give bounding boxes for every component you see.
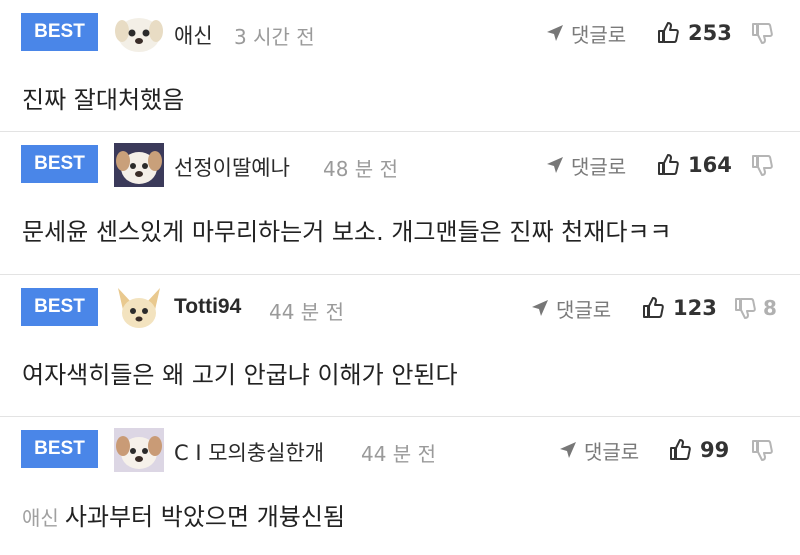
nickname[interactable]: Totti94 <box>174 295 241 319</box>
comment-text: 애신 사과부터 박았으면 개븅신됨 <box>22 497 345 532</box>
best-badge: BEST <box>21 13 98 51</box>
comment-text: 여자색히들은 왜 고기 안굽냐 이해가 안된다 <box>22 355 458 390</box>
thumbs-down-icon <box>735 298 756 319</box>
timestamp: 44 분 전 <box>269 300 344 324</box>
thumbs-down-icon <box>752 440 773 461</box>
comment-body: 사과부터 박았으면 개븅신됨 <box>64 503 346 531</box>
best-badge: BEST <box>21 145 98 183</box>
dislike-button[interactable] <box>750 149 780 181</box>
like-count: 253 <box>688 21 732 45</box>
white-dog-avatar-icon[interactable] <box>114 11 164 55</box>
like-count: 99 <box>700 438 730 462</box>
dislike-count: 8 <box>763 296 777 320</box>
thumbs-up-icon <box>670 439 691 460</box>
send-arrow-icon <box>560 442 576 458</box>
comment-item: BEST C I 모의충실한개 44 분 전 댓글로 99 애신 사과부터 박았… <box>0 417 800 555</box>
comment-header: BEST Totti94 44 분 전 댓글로 123 8 <box>0 287 800 329</box>
reply-label: 댓글로 <box>584 439 640 464</box>
like-count: 123 <box>673 296 717 320</box>
best-badge: BEST <box>21 430 98 468</box>
comment-item: BEST 애신 3 시간 전 댓글로 253 진짜 잘대처했음 <box>0 0 800 132</box>
timestamp: 48 분 전 <box>323 157 398 181</box>
chihuahua-avatar-icon[interactable] <box>114 286 164 330</box>
like-count: 164 <box>688 153 732 177</box>
comment-text: 문세윤 센스있게 마무리하는거 보소. 개그맨들은 진짜 천재다ㅋㅋ <box>22 212 672 247</box>
like-button[interactable]: 253 <box>656 17 732 49</box>
thumbs-up-icon <box>643 297 664 318</box>
dislike-button[interactable]: 8 <box>733 292 777 324</box>
comment-body: 여자색히들은 왜 고기 안굽냐 이해가 안된다 <box>22 361 458 389</box>
comment-body: 문세윤 센스있게 마무리하는거 보소. 개그맨들은 진짜 천재다ㅋㅋ <box>22 218 672 246</box>
reply-button[interactable]: 댓글로 <box>530 293 611 323</box>
thumbs-up-icon <box>658 154 679 175</box>
send-arrow-icon <box>547 157 563 173</box>
comment-header: BEST 애신 3 시간 전 댓글로 253 <box>0 12 800 54</box>
comment-header: BEST 선정이딸예나 48 분 전 댓글로 164 <box>0 143 800 187</box>
puppy-avatar-icon[interactable] <box>114 428 164 472</box>
reply-label: 댓글로 <box>571 22 627 47</box>
comment-item: BEST 선정이딸예나 48 분 전 댓글로 164 문세윤 센스있게 마무리하… <box>0 132 800 275</box>
send-arrow-icon <box>532 300 548 316</box>
reply-button[interactable]: 댓글로 <box>545 18 626 48</box>
nickname[interactable]: 애신 <box>174 20 213 50</box>
comment-item: BEST Totti94 44 분 전 댓글로 123 8 여자색히들은 왜 고… <box>0 275 800 417</box>
reply-label: 댓글로 <box>571 154 627 179</box>
like-button[interactable]: 164 <box>656 149 732 181</box>
comment-list: BEST 애신 3 시간 전 댓글로 253 진짜 잘대처했음 BEST 선정이… <box>0 0 800 555</box>
send-arrow-icon <box>547 25 563 41</box>
timestamp: 3 시간 전 <box>234 25 315 49</box>
puppy-avatar-icon[interactable] <box>114 143 164 187</box>
dislike-button[interactable] <box>750 434 780 466</box>
comment-body: 진짜 잘대처했음 <box>22 86 185 114</box>
comment-header: BEST C I 모의충실한개 44 분 전 댓글로 99 <box>0 428 800 472</box>
comment-text: 진짜 잘대처했음 <box>22 80 184 115</box>
thumbs-up-icon <box>658 22 679 43</box>
reply-label: 댓글로 <box>556 297 612 322</box>
like-button[interactable]: 123 <box>641 292 717 324</box>
nickname[interactable]: 선정이딸예나 <box>174 152 290 182</box>
reply-button[interactable]: 댓글로 <box>545 150 626 180</box>
nickname[interactable]: C I 모의충실한개 <box>174 437 324 467</box>
like-button[interactable]: 99 <box>668 434 729 466</box>
thumbs-down-icon <box>752 23 773 44</box>
timestamp: 44 분 전 <box>361 442 436 466</box>
dislike-button[interactable] <box>750 17 780 49</box>
reply-button[interactable]: 댓글로 <box>558 435 639 465</box>
reply-mention[interactable]: 애신 <box>22 506 59 530</box>
thumbs-down-icon <box>752 155 773 176</box>
best-badge: BEST <box>21 288 98 326</box>
